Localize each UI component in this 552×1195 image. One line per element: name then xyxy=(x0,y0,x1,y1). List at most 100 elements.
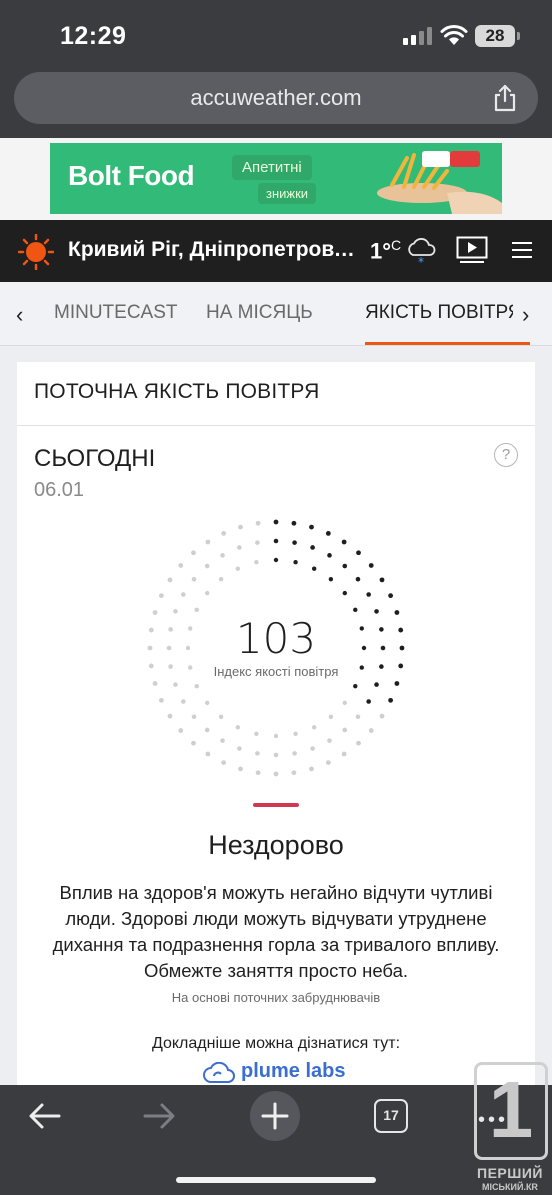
gauge-dot xyxy=(194,607,199,613)
plume-cloud-icon xyxy=(203,1062,235,1083)
tabs-scroll-left-icon[interactable]: ‹ xyxy=(16,302,23,328)
watermark-line-1: ПЕРШИЙ xyxy=(477,1165,543,1181)
gauge-dot xyxy=(273,733,279,739)
new-tab-button[interactable] xyxy=(250,1091,300,1141)
temperature-unit: C xyxy=(391,237,402,253)
gauge-dot xyxy=(366,699,371,704)
gauge-dot xyxy=(356,550,361,556)
gauge-dot xyxy=(191,740,196,746)
gauge-dot xyxy=(218,577,224,582)
publisher-watermark-logo: 1 ПЕРШИЙ МІСЬКИЙ.КR xyxy=(468,1062,552,1195)
gauge-dot xyxy=(255,520,261,526)
aqi-label: Індекс якості повітря xyxy=(213,664,339,679)
status-color-bar xyxy=(253,803,299,807)
card-title: ПОТОЧНА ЯКІСТЬ ПОВІТРЯ xyxy=(34,380,320,403)
gauge-dot xyxy=(173,609,178,614)
tabs-count-button[interactable]: 17 xyxy=(374,1099,408,1133)
temperature-value: 1° xyxy=(370,238,392,264)
cellular-signal-icon xyxy=(403,27,433,45)
share-icon[interactable] xyxy=(492,84,518,112)
gauge-dot xyxy=(353,683,358,689)
gauge-dot xyxy=(238,524,243,530)
gauge-dot xyxy=(238,766,243,772)
gauge-dot xyxy=(325,760,331,766)
gauge-dot xyxy=(255,751,260,756)
gauge-dot xyxy=(374,609,379,614)
gauge-dot xyxy=(191,550,196,556)
gauge-dot xyxy=(235,725,241,730)
forecast-tabs: ‹ MINUTECAST НА МІСЯЦЬ ЯКІСТЬ ПОВІТРЯ › xyxy=(0,282,552,346)
gauge-dot xyxy=(293,560,298,565)
gauge-dot xyxy=(379,713,385,719)
snow-cloud-icon: * xyxy=(408,238,436,267)
plus-icon xyxy=(261,1102,289,1130)
gauge-dot xyxy=(178,563,184,568)
wifi-icon xyxy=(440,25,468,45)
gauge-dot xyxy=(178,728,184,733)
ad-food-image xyxy=(377,151,502,214)
accuweather-logo-icon[interactable] xyxy=(18,234,54,270)
basis-note: На основі поточних забруднювачів xyxy=(171,990,381,1005)
gauge-dot xyxy=(342,563,348,569)
watermark-digit: 1 xyxy=(488,1065,534,1154)
air-quality-card: ПОТОЧНА ЯКІСТЬ ПОВІТРЯ СЬОГОДНІ 06.01 ? … xyxy=(17,362,535,1102)
gauge-dot xyxy=(205,539,211,545)
ad-banner[interactable]: Bolt Food Апетитні знижки xyxy=(50,143,502,214)
gauge-dot xyxy=(388,593,394,599)
gauge-dot xyxy=(167,577,173,583)
gauge-dot xyxy=(273,771,279,777)
back-arrow-icon[interactable] xyxy=(28,1102,62,1130)
ad-brand: Bolt Food xyxy=(68,160,195,191)
gauge-dot xyxy=(255,540,260,545)
active-tab-indicator xyxy=(365,342,530,345)
site-header: Кривий Ріг, Дніпропетровська 1°C * xyxy=(0,220,552,282)
gauge-dot xyxy=(355,714,361,720)
current-temperature: 1°C xyxy=(370,237,401,264)
tab-air-quality[interactable]: ЯКІСТЬ ПОВІТРЯ xyxy=(365,302,513,324)
gauge-dot xyxy=(379,577,385,583)
address-bar[interactable]: accuweather.com xyxy=(14,72,538,124)
gauge-dot xyxy=(273,752,279,758)
gauge-dot xyxy=(291,770,297,776)
gauge-dot xyxy=(205,751,211,757)
gauge-dot xyxy=(204,563,210,569)
gauge-dot xyxy=(309,766,314,772)
gauge-dot xyxy=(254,731,259,736)
forward-arrow-icon[interactable] xyxy=(142,1102,176,1130)
gauge-dot xyxy=(366,592,371,597)
home-indicator xyxy=(176,1177,376,1183)
gauge-dot xyxy=(325,530,331,536)
gauge-dot xyxy=(292,751,297,756)
gauge-dot xyxy=(191,714,197,720)
gauge-dot xyxy=(353,607,358,613)
plume-labs-text: plume labs xyxy=(241,1060,346,1082)
aqi-status: Нездорово xyxy=(208,830,344,860)
gauge-dot xyxy=(221,530,227,536)
gauge-dot xyxy=(341,751,347,757)
tabs-scroll-right-icon[interactable]: › xyxy=(522,302,529,328)
day-label: СЬОГОДНІ xyxy=(34,445,156,472)
gauge-dot xyxy=(328,577,334,582)
help-icon[interactable]: ? xyxy=(494,443,518,467)
gauge-dot xyxy=(218,714,224,719)
gauge-dot xyxy=(368,728,374,733)
gauge-dot xyxy=(311,566,317,571)
watermark-line-2: МІСЬКИЙ.КR xyxy=(482,1182,538,1192)
gauge-dot xyxy=(204,727,210,733)
hamburger-menu-icon[interactable] xyxy=(512,242,532,260)
video-icon[interactable] xyxy=(456,236,488,264)
gauge-dot xyxy=(235,566,241,571)
ad-tagline: Апетитні xyxy=(232,155,312,180)
gauge-dot xyxy=(255,770,261,776)
location-name[interactable]: Кривий Ріг, Дніпропетровська xyxy=(68,238,360,262)
gauge-dot xyxy=(158,697,164,703)
tab-minutecast[interactable]: MINUTECAST xyxy=(54,302,178,324)
gauge-dot xyxy=(220,738,225,743)
url-text[interactable]: accuweather.com xyxy=(14,85,538,111)
gauge-dot xyxy=(311,725,317,730)
ad-tagline-2: знижки xyxy=(258,183,317,204)
tab-month[interactable]: НА МІСЯЦЬ xyxy=(206,302,313,324)
svg-text:*: * xyxy=(418,255,424,267)
gauge-dot xyxy=(309,524,314,530)
gauge-dot xyxy=(310,545,315,550)
